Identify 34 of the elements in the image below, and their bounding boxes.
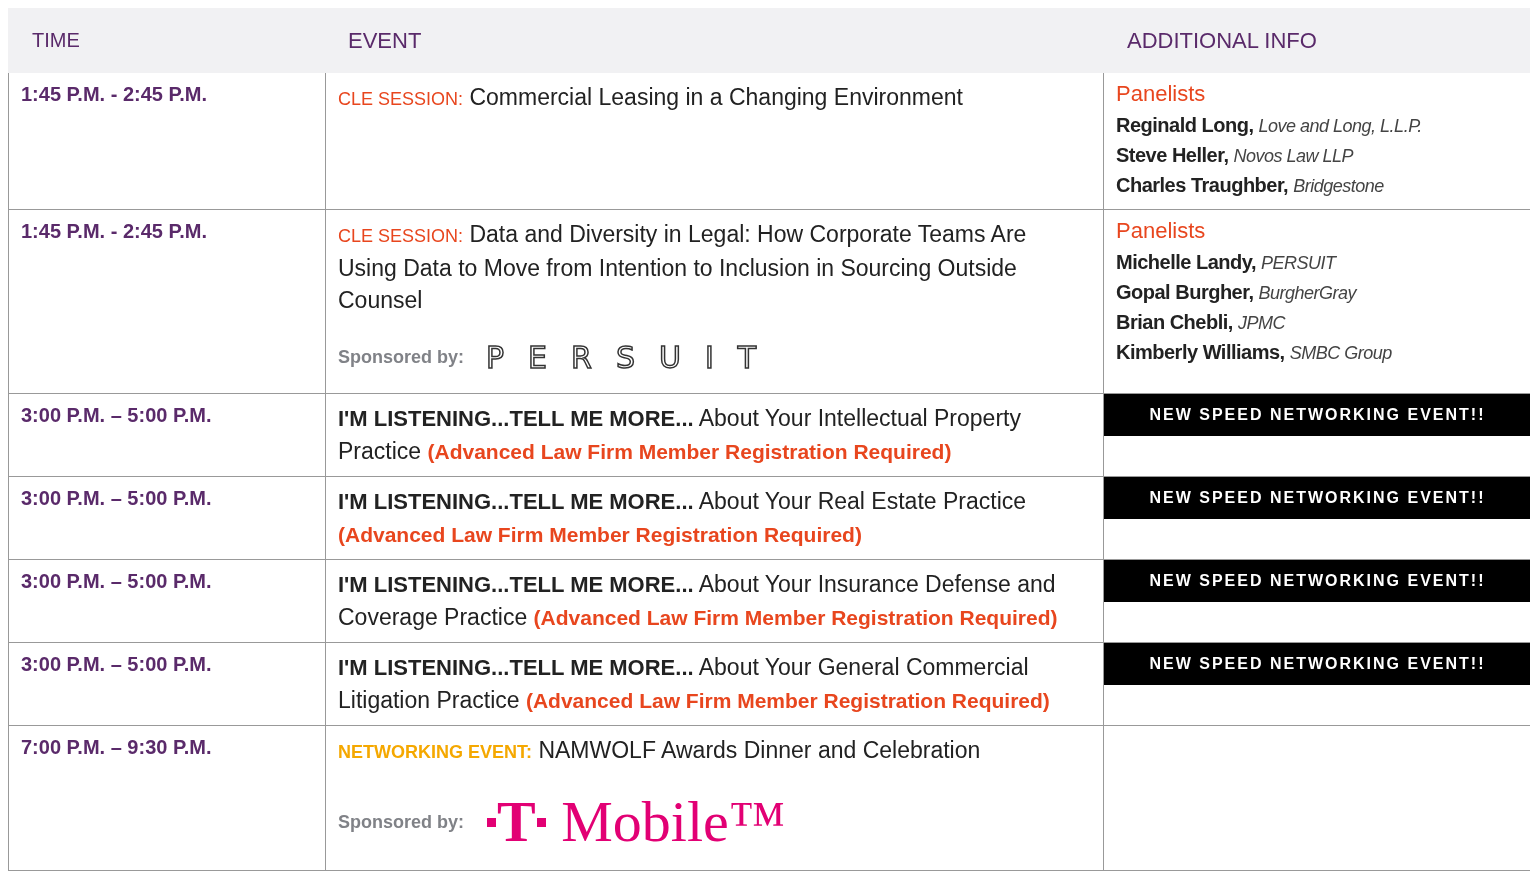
- event-description: NETWORKING EVENT: NAMWOLF Awards Dinner and Celebration: [338, 736, 982, 765]
- event-description: I'M LISTENING...TELL ME MORE... About Your Intellectual Property Practice (Advanced Law Firm Member Registration Required): [338, 404, 1022, 466]
- panel-heading: Panelists: [1116, 218, 1207, 244]
- time-text: 3:00 P.M. – 5:00 P.M.: [21, 652, 212, 676]
- time-text: 1:45 P.M. - 2:45 P.M.: [21, 82, 207, 106]
- time-text: 3:00 P.M. – 5:00 P.M.: [21, 403, 212, 427]
- event-description: I'M LISTENING...TELL ME MORE... About Your Real Estate Practice (Advanced Law Firm Member Registration Required): [338, 487, 1028, 548]
- event-banner: NEW SPEED NETWORKING EVENT!!: [1104, 477, 1530, 519]
- panel-heading: Panelists: [1116, 81, 1207, 107]
- sponsor-label: Sponsored by:: [338, 811, 464, 833]
- panelist: Reginald Long, Love and Long, L.L.P.: [1116, 113, 1423, 138]
- event-banner: NEW SPEED NETWORKING EVENT!!: [1104, 643, 1530, 685]
- time-text: 1:45 P.M. - 2:45 P.M.: [21, 219, 207, 243]
- event-description: CLE SESSION: Data and Diversity in Legal: How Corporate Teams Are Using Data to Move from Intention to Inclusion in Sourcing Outside Counsel: [338, 220, 1028, 315]
- time-text: 3:00 P.M. – 5:00 P.M.: [21, 569, 212, 593]
- panelist: Gopal Burgher, BurgherGray: [1116, 280, 1358, 305]
- column-header: EVENT: [348, 27, 422, 54]
- panelist: Michelle Landy, PERSUIT: [1116, 250, 1338, 275]
- sponsor-label: Sponsored by:: [338, 347, 464, 368]
- column-header: TIME: [32, 29, 80, 52]
- sponsor-logo: T Mobile™: [486, 792, 786, 852]
- event-description: I'M LISTENING...TELL ME MORE... About Your General Commercial Litigation Practice (Advanced Law Firm Member Registration Required): [338, 653, 1051, 715]
- event-description: I'M LISTENING...TELL ME MORE... About Your Insurance Defense and Coverage Practice (Advanced Law Firm Member Registration Required): [338, 570, 1059, 632]
- panelist: Steve Heller, Novos Law LLP: [1116, 143, 1355, 168]
- event-description: CLE SESSION: Commercial Leasing in a Changing Environment: [338, 83, 964, 112]
- time-text: 3:00 P.M. – 5:00 P.M.: [21, 486, 212, 510]
- panelist: Brian Chebli, JPMC: [1116, 310, 1287, 335]
- event-banner: NEW SPEED NETWORKING EVENT!!: [1104, 394, 1530, 436]
- time-text: 7:00 P.M. – 9:30 P.M.: [21, 735, 212, 759]
- panelist: Kimberly Williams, SMBC Group: [1116, 340, 1393, 365]
- event-banner: NEW SPEED NETWORKING EVENT!!: [1104, 560, 1530, 602]
- column-header: ADDITIONAL INFO: [1127, 27, 1317, 54]
- panelist: Charles Traughber, Bridgestone: [1116, 173, 1385, 198]
- sponsor-logo: PERSUIT: [486, 340, 781, 375]
